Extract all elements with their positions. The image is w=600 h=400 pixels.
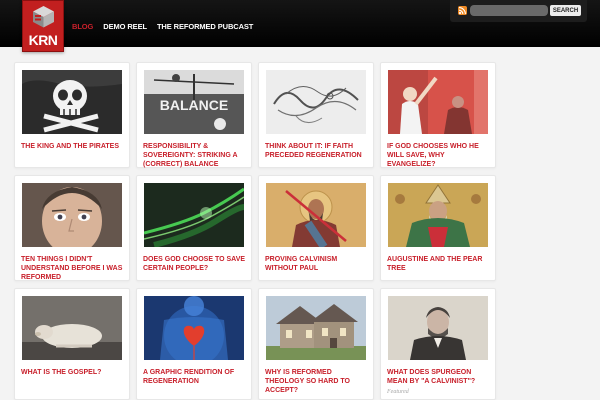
post-card[interactable]: WHY IS REFORMED THEOLOGY SO HARD TO ACCE…: [258, 288, 374, 400]
balance-scale-image[interactable]: BALANCE: [144, 70, 244, 134]
post-title[interactable]: WHY IS REFORMED THEOLOGY SO HARD TO ACCE…: [265, 368, 371, 395]
search-input[interactable]: [470, 5, 548, 16]
post-title[interactable]: A GRAPHIC RENDITION OF REGENERATION: [143, 368, 249, 386]
post-card[interactable]: BALANCE RESPONSIBILITY & SOVEREIGNTY: ST…: [136, 62, 252, 168]
augustine-image[interactable]: [388, 183, 488, 247]
cube-logo-icon: [33, 6, 54, 28]
post-title[interactable]: AUGUSTINE AND THE PEAR TREE: [387, 255, 493, 273]
main-nav: BLOG DEMO REEL THE REFORMED PUBCAST: [72, 22, 263, 31]
svg-text:BALANCE: BALANCE: [160, 97, 228, 113]
nav-demo-reel[interactable]: DEMO REEL: [103, 22, 147, 31]
green-light-image[interactable]: [144, 183, 244, 247]
post-card[interactable]: IF GOD CHOOSES WHO HE WILL SAVE, WHY EVA…: [380, 62, 496, 168]
post-title[interactable]: PROVING CALVINISM WITHOUT PAUL: [265, 255, 371, 273]
nav-blog[interactable]: BLOG: [72, 22, 93, 31]
post-card[interactable]: AUGUSTINE AND THE PEAR TREE: [380, 175, 496, 281]
man-face-image[interactable]: [22, 183, 122, 247]
search-area: SEARCH: [450, 0, 587, 22]
post-title[interactable]: TEN THINGS I DIDN'T UNDERSTAND BEFORE I …: [21, 255, 127, 282]
spurgeon-portrait-image[interactable]: [388, 296, 488, 360]
post-card[interactable]: TEN THINGS I DIDN'T UNDERSTAND BEFORE I …: [14, 175, 130, 281]
street-preacher-image[interactable]: [388, 70, 488, 134]
lamb-image[interactable]: [22, 296, 122, 360]
right-gutter: [499, 47, 600, 400]
post-title[interactable]: WHAT IS THE GOSPEL?: [21, 368, 127, 377]
nav-reformed-pubcast[interactable]: THE REFORMED PUBCAST: [157, 22, 253, 31]
post-title[interactable]: WHAT DOES SPURGEON MEAN BY "A CALVINIST"…: [387, 368, 493, 386]
heart-xray-image[interactable]: [144, 296, 244, 360]
post-card[interactable]: PROVING CALVINISM WITHOUT PAUL: [258, 175, 374, 281]
logo-text: KRN: [28, 32, 58, 48]
post-card[interactable]: THINK ABOUT IT: IF FAITH PRECEDED REGENE…: [258, 62, 374, 168]
rss-icon[interactable]: [458, 6, 467, 15]
post-card[interactable]: A GRAPHIC RENDITION OF REGENERATION: [136, 288, 252, 400]
post-title[interactable]: THINK ABOUT IT: IF FAITH PRECEDED REGENE…: [265, 142, 371, 160]
post-title[interactable]: THE KING AND THE PIRATES: [21, 142, 127, 151]
featured-tag: Featured: [387, 389, 409, 395]
post-card[interactable]: DOES GOD CHOOSE TO SAVE CERTAIN PEOPLE?: [136, 175, 252, 281]
faith-calligraphy-image[interactable]: [266, 70, 366, 134]
skull-flag-image[interactable]: [22, 70, 122, 134]
post-title[interactable]: DOES GOD CHOOSE TO SAVE CERTAIN PEOPLE?: [143, 255, 249, 273]
house-image[interactable]: [266, 296, 366, 360]
site-logo[interactable]: KRN: [22, 0, 64, 52]
top-bar: KRN BLOG DEMO REEL THE REFORMED PUBCAST …: [0, 0, 600, 52]
post-card[interactable]: WHAT DOES SPURGEON MEAN BY "A CALVINIST"…: [380, 288, 496, 400]
post-title[interactable]: RESPONSIBILITY & SOVEREIGNTY: STRIKING A…: [143, 142, 249, 169]
post-title[interactable]: IF GOD CHOOSES WHO HE WILL SAVE, WHY EVA…: [387, 142, 493, 169]
search-button[interactable]: SEARCH: [550, 5, 581, 16]
paul-icon-image[interactable]: [266, 183, 366, 247]
post-card[interactable]: WHAT IS THE GOSPEL?: [14, 288, 130, 400]
post-card[interactable]: THE KING AND THE PIRATES: [14, 62, 130, 168]
